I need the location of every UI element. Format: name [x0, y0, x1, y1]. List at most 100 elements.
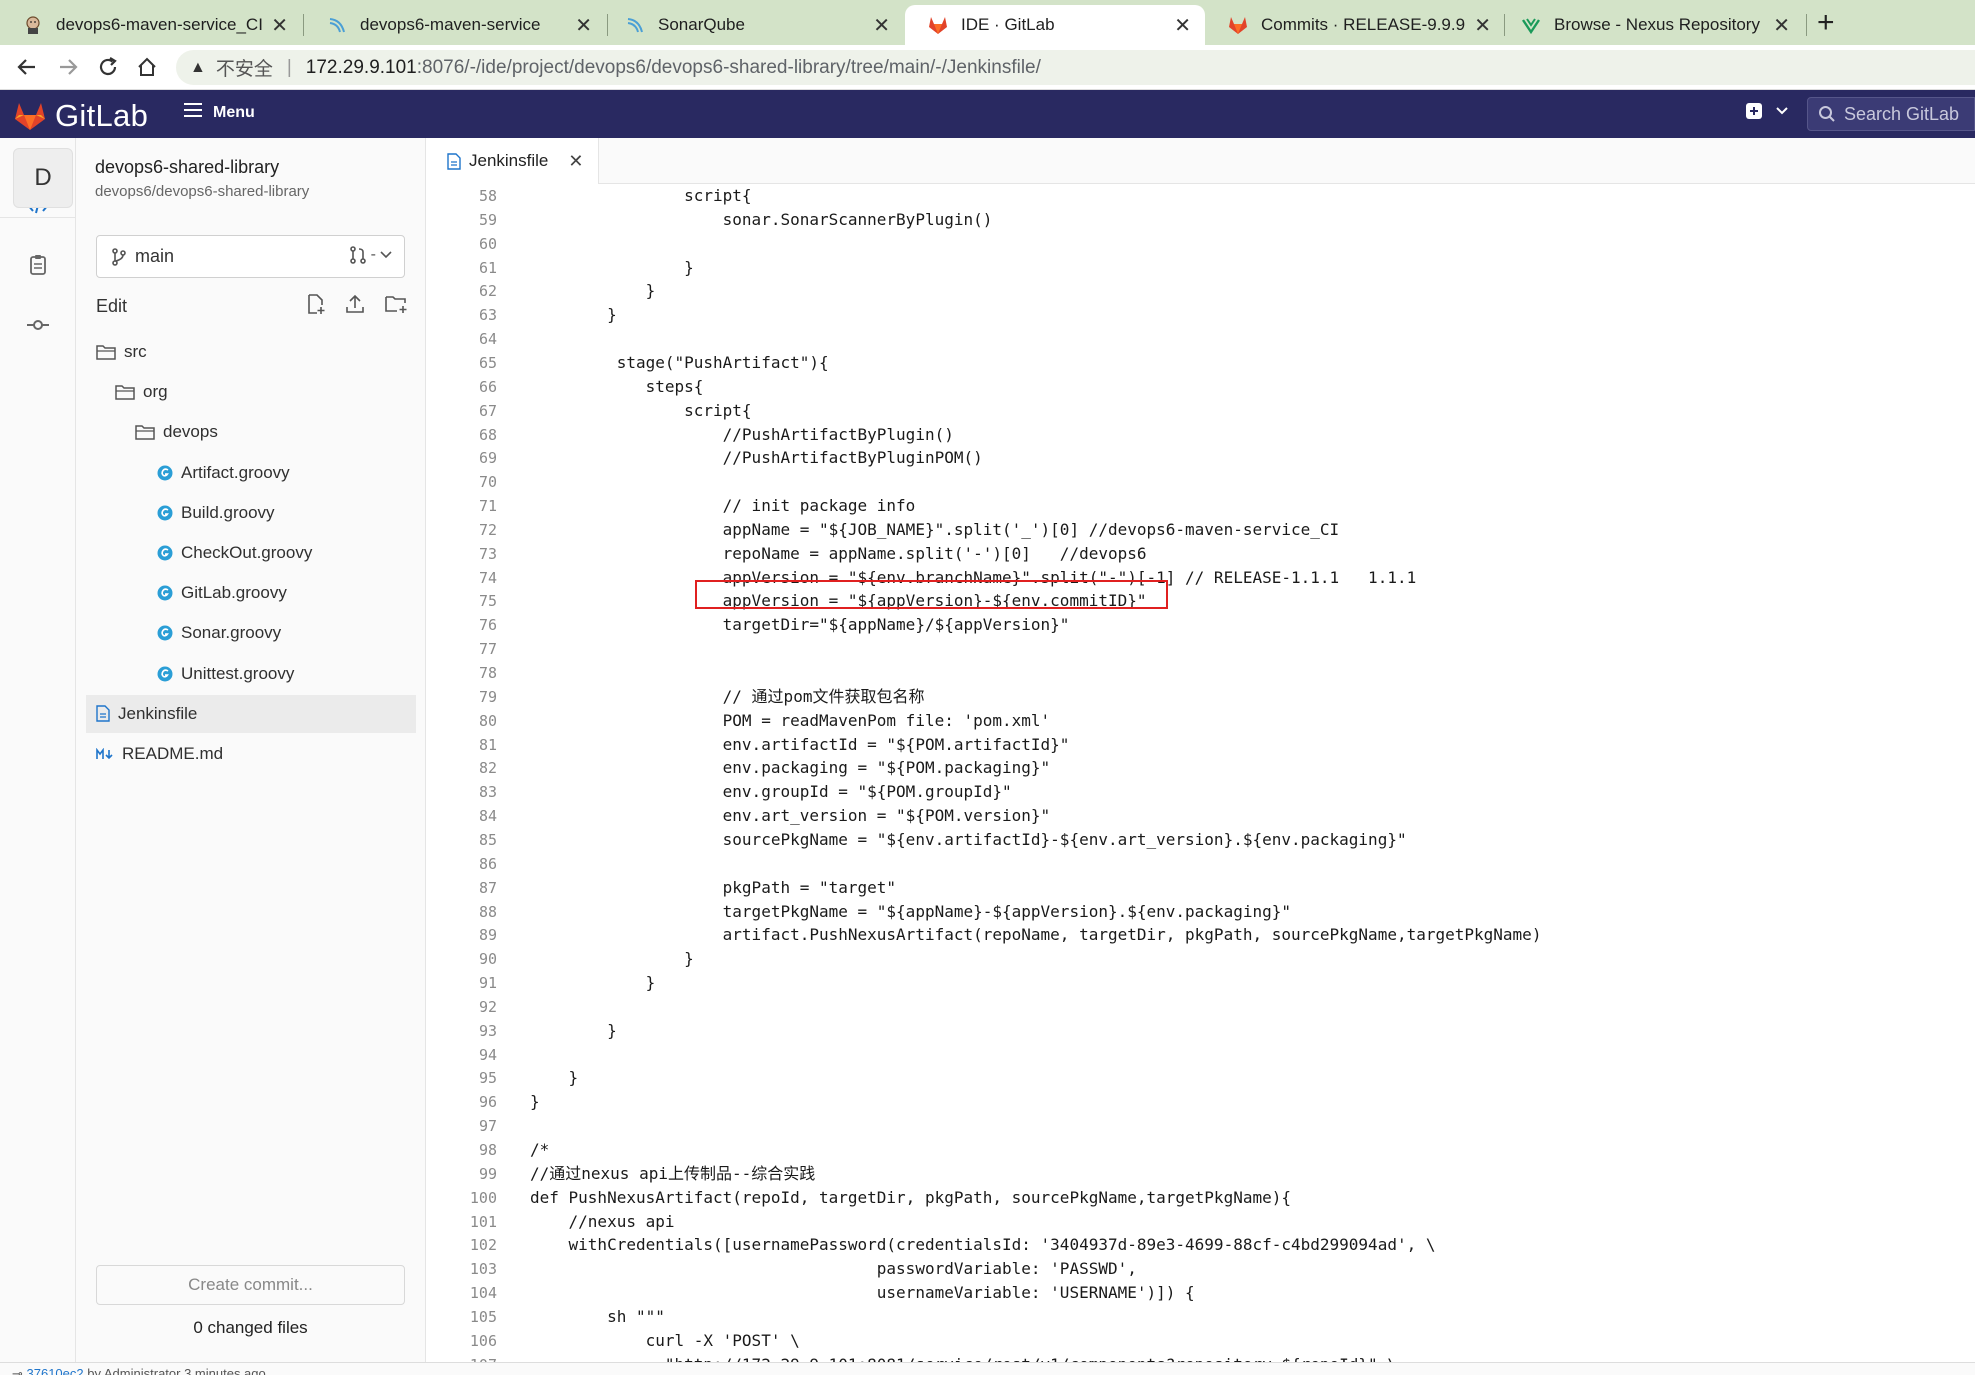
code-line[interactable]: 83 env.groupId = "${POM.groupId}" — [427, 780, 1975, 804]
code-line[interactable]: 60 — [427, 232, 1975, 256]
tree-item-sonar-groovy[interactable]: Sonar.groovy — [157, 614, 281, 652]
code-line[interactable]: 97 — [427, 1114, 1975, 1138]
code-line[interactable]: 87 pkgPath = "target" — [427, 876, 1975, 900]
new-tab-button[interactable]: + — [1817, 6, 1835, 40]
create-commit-button[interactable]: Create commit... — [96, 1265, 405, 1305]
code-line[interactable]: 95 } — [427, 1066, 1975, 1090]
branch-selector[interactable]: main - — [96, 235, 405, 278]
new-file-icon[interactable] — [306, 293, 326, 320]
tree-item-unittest-groovy[interactable]: Unittest.groovy — [157, 655, 294, 693]
code-line[interactable]: 105 sh """ — [427, 1305, 1975, 1329]
code-line[interactable]: 84 env.art_version = "${POM.version}" — [427, 804, 1975, 828]
browser-tab-jenkins[interactable]: devops6-maven-service_CI [Je ✕ — [0, 5, 302, 45]
code-line[interactable]: 94 — [427, 1043, 1975, 1067]
line-number: 80 — [478, 711, 497, 730]
tree-item-build-groovy[interactable]: Build.groovy — [157, 494, 275, 532]
code-line[interactable]: 98 /* — [427, 1138, 1975, 1162]
code-line[interactable]: 85 sourcePkgName = "${env.artifactId}-${… — [427, 828, 1975, 852]
code-line[interactable]: 78 — [427, 661, 1975, 685]
browser-tab-nexus[interactable]: Browse - Nexus Repository Ma ✕ — [1498, 5, 1804, 45]
code-line[interactable]: 86 — [427, 852, 1975, 876]
code-line[interactable]: 68 //PushArtifactByPlugin() — [427, 423, 1975, 447]
close-icon[interactable]: ✕ — [873, 13, 890, 38]
code-line[interactable]: 59 sonar.SonarScannerByPlugin() — [427, 208, 1975, 232]
search-input[interactable]: Search GitLab — [1807, 97, 1975, 131]
code-line[interactable]: 72 appName = "${JOB_NAME}".split('_')[0]… — [427, 518, 1975, 542]
code-line[interactable]: 71 // init package info — [427, 494, 1975, 518]
code-line[interactable]: 63 } — [427, 303, 1975, 327]
code-line[interactable]: 99 //通过nexus api上传制品--综合实践 — [427, 1162, 1975, 1186]
browser-tab-sonar-project[interactable]: devops6-maven-service ✕ — [304, 5, 606, 45]
code-line[interactable]: 76 targetDir="${appName}/${appVersion}" — [427, 613, 1975, 637]
warning-triangle-icon[interactable]: ▲ — [190, 59, 206, 77]
code-line[interactable]: 81 env.artifactId = "${POM.artifactId}" — [427, 733, 1975, 757]
close-icon[interactable]: ✕ — [568, 151, 583, 172]
code-line[interactable]: 69 //PushArtifactByPluginPOM() — [427, 446, 1975, 470]
code-line[interactable]: 58 script{ — [427, 184, 1975, 208]
new-dropdown-button[interactable] — [1745, 102, 1789, 120]
code-line[interactable]: 61 } — [427, 256, 1975, 280]
tree-item-devops[interactable]: devops — [135, 413, 218, 451]
code-line[interactable]: 70 — [427, 470, 1975, 494]
browser-tab-commits[interactable]: Commits · RELEASE-9.9.9 · dev ✕ — [1205, 5, 1505, 45]
tree-item-src[interactable]: src — [96, 333, 147, 371]
code-line[interactable]: 66 steps{ — [427, 375, 1975, 399]
code-line[interactable]: 104 usernameVariable: 'USERNAME')]) { — [427, 1281, 1975, 1305]
code-editor[interactable]: 58 script{59 sonar.SonarScannerByPlugin(… — [427, 184, 1975, 1362]
code-line[interactable]: 62 } — [427, 279, 1975, 303]
code-line[interactable]: 100 def PushNexusArtifact(repoId, targetD… — [427, 1186, 1975, 1210]
clipboard-icon[interactable] — [25, 252, 51, 278]
gitlab-logo[interactable]: GitLab — [13, 98, 148, 134]
code-line[interactable]: 75 appVersion = "${appVersion}-${env.com… — [427, 589, 1975, 613]
code-line[interactable]: 79 // 通过pom文件获取包名称 — [427, 685, 1975, 709]
tree-item-gitlab-groovy[interactable]: GitLab.groovy — [157, 574, 287, 612]
code-line[interactable]: 102 withCredentials([usernamePassword(cr… — [427, 1233, 1975, 1257]
close-icon[interactable]: ✕ — [271, 13, 288, 38]
code-line[interactable]: 89 artifact.PushNexusArtifact(repoName, … — [427, 923, 1975, 947]
tree-item-jenkinsfile[interactable]: Jenkinsfile — [86, 694, 416, 733]
code-line[interactable]: 82 env.packaging = "${POM.packaging}" — [427, 756, 1975, 780]
project-avatar[interactable]: D — [13, 148, 73, 208]
security-warning-label[interactable]: 不安全 — [216, 54, 273, 81]
close-icon[interactable]: ✕ — [1773, 13, 1790, 38]
tree-item-org[interactable]: org — [115, 373, 168, 411]
code-line[interactable]: 77 — [427, 637, 1975, 661]
merge-request-selector[interactable]: - — [349, 246, 392, 264]
code-line[interactable]: 96} — [427, 1090, 1975, 1114]
url-field[interactable]: ▲ 不安全 | 172.29.9.101:8076/-/ide/project/… — [176, 50, 1975, 85]
code-line[interactable]: 65 stage("PushArtifact"){ — [427, 351, 1975, 375]
browser-tab-sonarqube[interactable]: SonarQube ✕ — [602, 5, 904, 45]
back-arrow-icon[interactable] — [14, 54, 40, 80]
commit-icon[interactable] — [25, 312, 51, 338]
code-line[interactable]: 74 appVersion = "${env.branchName}".spli… — [427, 566, 1975, 590]
tree-item-checkout-groovy[interactable]: CheckOut.groovy — [157, 534, 312, 572]
code-line[interactable]: 73 repoName = appName.split('-')[0] //de… — [427, 542, 1975, 566]
code-line[interactable]: 92 — [427, 995, 1975, 1019]
project-name[interactable]: devops6-shared-library — [95, 157, 279, 178]
browser-tab-ide-gitlab[interactable]: IDE · GitLab ✕ — [905, 5, 1205, 45]
code-line[interactable]: 80 POM = readMavenPom file: 'pom.xml' — [427, 709, 1975, 733]
code-line[interactable]: 101 //nexus api — [427, 1210, 1975, 1234]
upload-icon[interactable] — [344, 293, 366, 320]
commit-sha-link[interactable]: 37610ec2 — [27, 1366, 84, 1375]
menu-button[interactable]: Menu — [183, 102, 255, 123]
code-line[interactable]: 106 curl -X 'POST' \ — [427, 1329, 1975, 1353]
forward-arrow-icon[interactable] — [55, 54, 81, 80]
code-line[interactable]: 90 } — [427, 947, 1975, 971]
home-icon[interactable] — [134, 54, 160, 80]
code-line[interactable]: 67 script{ — [427, 399, 1975, 423]
close-icon[interactable]: ✕ — [1474, 13, 1491, 38]
code-line[interactable]: 64 — [427, 327, 1975, 351]
tree-item-readme-md[interactable]: README.md — [96, 735, 223, 773]
editor-tab-jenkinsfile[interactable]: Jenkinsfile ✕ — [427, 138, 599, 184]
close-icon[interactable]: ✕ — [1174, 13, 1191, 38]
code-line[interactable]: 107 "http://172.29.9.101:8081/service/re… — [427, 1353, 1975, 1362]
code-line[interactable]: 91 } — [427, 971, 1975, 995]
code-line[interactable]: 103 passwordVariable: 'PASSWD', — [427, 1257, 1975, 1281]
reload-icon[interactable] — [95, 54, 121, 80]
tree-item-artifact-groovy[interactable]: Artifact.groovy — [157, 454, 290, 492]
code-line[interactable]: 88 targetPkgName = "${appName}-${appVers… — [427, 900, 1975, 924]
new-folder-icon[interactable] — [384, 293, 408, 320]
code-line[interactable]: 93 } — [427, 1019, 1975, 1043]
close-icon[interactable]: ✕ — [575, 13, 592, 38]
